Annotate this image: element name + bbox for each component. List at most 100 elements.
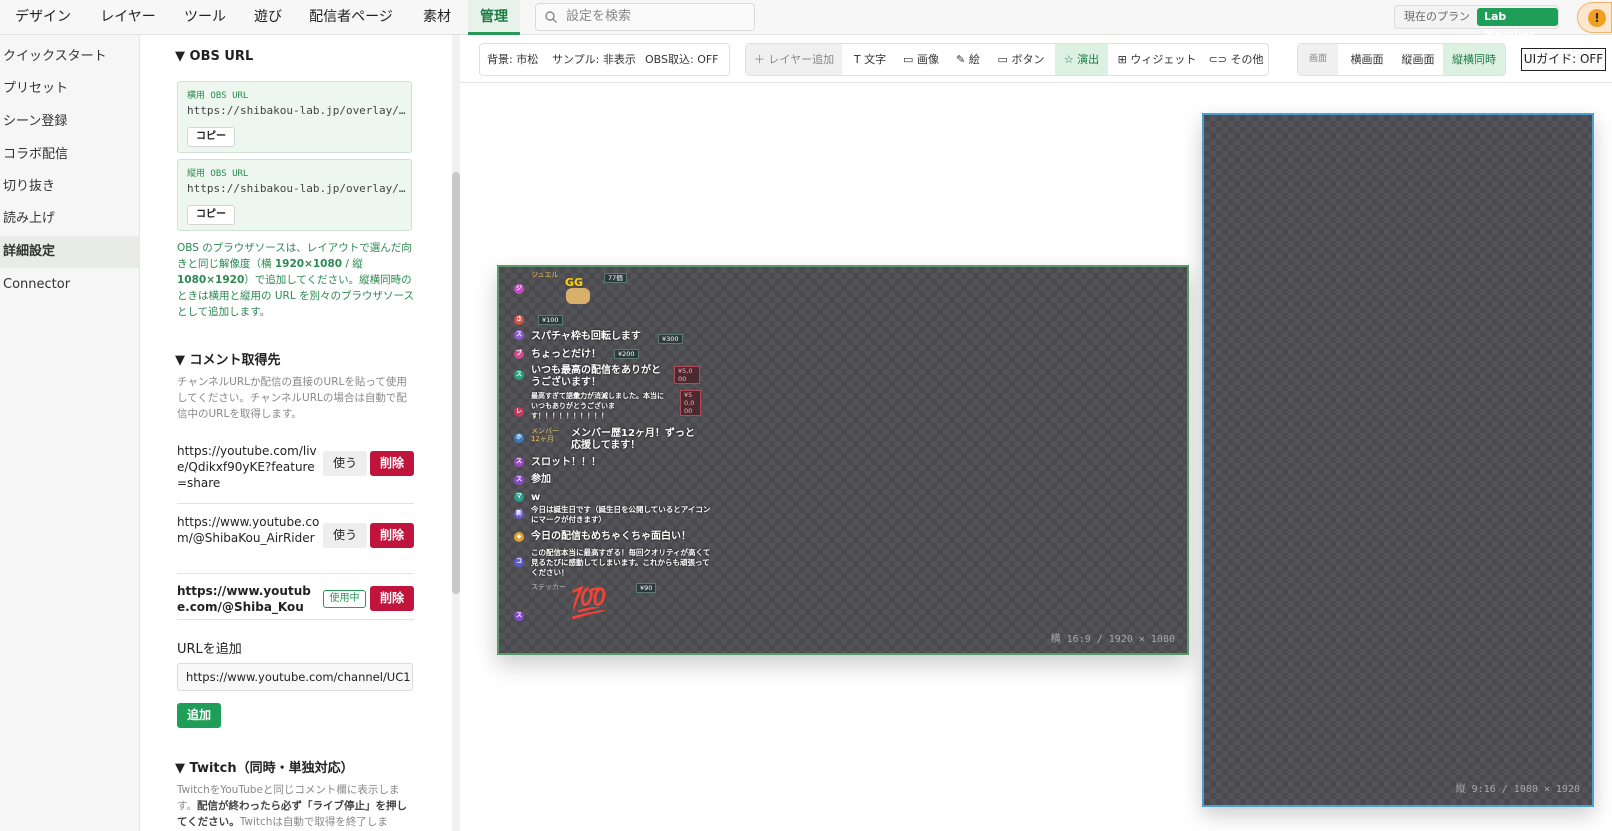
editor-toolbar: 背景: 市松 サンプル: 非表示 OBS取込: OFF ＋ レイヤー追加 T 文… (460, 35, 1612, 83)
superchat-chip: ¥100 (538, 315, 563, 325)
sidebar-item-preset[interactable]: プリセット (0, 73, 140, 105)
delete-url-button[interactable]: 削除 (370, 523, 414, 548)
view-mode-group: 画面 横画面 縦画面 縦横同時 (1297, 43, 1506, 76)
sidebar-item-scene[interactable]: シーン登録 (0, 106, 140, 138)
sidebar-item-clip[interactable]: 切り抜き (0, 171, 140, 203)
url-text: https://www.youtube.com/@ShibaKou_AirRid… (177, 515, 320, 545)
avatar: ホ (514, 433, 524, 443)
vertical-preview-frame[interactable]: 縦 9:16 / 1080 × 1920 (1202, 113, 1594, 807)
settings-scrollbar-thumb[interactable] (452, 172, 460, 594)
view-horizontal-button[interactable]: 横画面 (1347, 44, 1387, 75)
add-layer-button[interactable]: ＋ レイヤー追加 (746, 44, 842, 75)
widget-icon: ⊞ (1117, 53, 1127, 66)
comment-text: スパチャ枠も回転します (531, 331, 641, 342)
superchat-chip: ¥90 (636, 583, 657, 593)
twitch-description: TwitchをYouTubeと同じコメント欄に表示します。配信が終わったら必ず「… (177, 784, 407, 828)
avatar: レ (514, 407, 524, 417)
tool-draw[interactable]: ✎ 絵 (952, 44, 984, 75)
use-url-button[interactable]: 使う (323, 523, 367, 548)
status-group: 背景: 市松 サンプル: 非表示 OBS取込: OFF (479, 43, 730, 76)
horizontal-frame-label: 横 16:9 / 1920 × 1080 (1050, 634, 1175, 645)
vertical-obs-url: https://shibakou-lab.jp/overlay/… (187, 182, 406, 195)
sidebar-item-quickstart[interactable]: クイックスタート (0, 41, 140, 73)
url-list-item: https://youtube.com/live/Qdikxf90yKE?fea… (177, 440, 414, 504)
comment-source-heading[interactable]: ▼ コメント取得先 (175, 349, 281, 368)
sample-status[interactable]: サンプル: 非表示 (552, 44, 636, 75)
tool-image[interactable]: ▭ 画像 (899, 44, 943, 75)
tab-layer[interactable]: レイヤー (86, 0, 170, 35)
tab-streamer-page[interactable]: 配信者ページ (296, 0, 406, 35)
link-icon: ⊂⊃ (1208, 53, 1227, 66)
sidebar-item-advanced[interactable]: 詳細設定 (0, 236, 140, 268)
superchat-chip: ¥300 (658, 334, 683, 344)
horizontal-obs-url-label: 横用 OBS URL (187, 91, 249, 101)
add-layer-label: レイヤー追加 (768, 53, 835, 66)
vertical-frame-label: 縦 9:16 / 1080 × 1920 (1455, 784, 1580, 795)
url-list-item-active: https://www.youtube.com/@Shiba_Kou 使用中 削… (177, 581, 414, 620)
tab-tools[interactable]: ツール (170, 0, 240, 35)
obs-url-heading[interactable]: ▼ OBS URL (175, 49, 253, 64)
tab-admin[interactable]: 管理 (468, 0, 520, 35)
avatar: ブ (514, 349, 524, 359)
avatar: ジ (514, 284, 524, 294)
obs-status[interactable]: OBS取込: OFF (645, 44, 719, 75)
comment-text: 今日は誕生日です（誕生日を公開しているとアイコンにマークが付きます） (531, 505, 711, 524)
avatar: ス (514, 457, 524, 467)
comment-text: スロット！！！ (531, 457, 601, 468)
background-status[interactable]: 背景: 市松 (487, 44, 538, 75)
member-label: メンバー (531, 427, 559, 435)
tool-button[interactable]: ▭ ボタン (993, 44, 1049, 75)
add-url-input[interactable]: https://www.youtube.com/channel/UC1 (177, 663, 413, 691)
tool-widget[interactable]: ⊞ ウィジェット (1114, 44, 1200, 75)
superchat-chip: ¥5,000 (674, 366, 700, 384)
image-icon: ▭ (903, 53, 914, 66)
avatar: ス (514, 611, 524, 621)
add-url-heading: URLを追加 (177, 642, 242, 657)
comment-source-description: チャンネルURLか配信の直接のURLを貼って使用してください。チャンネルURLの… (177, 376, 407, 420)
member-duration: 12ヶ月 (531, 435, 554, 443)
avatar: 新 (514, 509, 524, 519)
sidebar-item-collab[interactable]: コラボ配信 (0, 139, 140, 171)
avatar: マ (514, 492, 524, 502)
delete-url-button[interactable]: 削除 (370, 451, 414, 476)
delete-url-button[interactable]: 削除 (370, 586, 414, 611)
plan-label: 現在のプラン (1404, 10, 1470, 23)
obs-url-description: OBS のブラウザソースは、レイアウトで選んだ向きと同じ解像度（横 1920×1… (177, 242, 414, 318)
comment-text: この配信本当に最高すぎる！毎回クオリティが高くて見るたびに感動してしまいます。こ… (531, 548, 711, 577)
copy-horizontal-url-button[interactable]: コピー (187, 127, 235, 147)
copy-vertical-url-button[interactable]: コピー (187, 205, 235, 225)
tab-design[interactable]: デザイン (0, 0, 86, 35)
vertical-obs-url-label: 縦用 OBS URL (187, 169, 249, 179)
star-icon: ☆ (1063, 53, 1074, 66)
ui-guide-toggle[interactable]: UIガイド: OFF (1521, 48, 1606, 71)
hundred-sticker-icon: 💯 (570, 586, 608, 621)
settings-search-input[interactable]: 設定を検索 (535, 3, 755, 31)
tool-other[interactable]: ⊂⊃ その他 (1206, 44, 1266, 75)
alert-button[interactable]: ! (1577, 2, 1612, 33)
add-url-button[interactable]: 追加 (177, 703, 221, 728)
horizontal-obs-url: https://shibakou-lab.jp/overlay/… (187, 104, 406, 117)
comment-source-heading-text: コメント取得先 (189, 353, 281, 368)
pen-icon: ✎ (956, 53, 966, 66)
search-placeholder: 設定を検索 (566, 9, 632, 24)
comment-author: ステッカー (531, 583, 566, 591)
tool-effect[interactable]: ☆ 演出 (1055, 44, 1108, 75)
avatar: さ (514, 315, 524, 325)
in-use-badge: 使用中 (323, 590, 366, 608)
use-url-button[interactable]: 使う (323, 451, 367, 476)
tool-text[interactable]: T 文字 (850, 44, 890, 75)
sidebar-item-connector[interactable]: Connector (0, 269, 140, 301)
view-label: 画面 (1298, 44, 1338, 75)
sidebar-item-tts[interactable]: 読み上げ (0, 203, 140, 235)
superchat-chip: ¥200 (614, 349, 639, 359)
tab-materials[interactable]: 素材 (406, 0, 468, 35)
comment-author: ジュエル (531, 271, 559, 279)
view-vertical-button[interactable]: 縦画面 (1398, 44, 1438, 75)
twitch-heading[interactable]: ▼ Twitch（同時・単独対応） (175, 757, 354, 776)
comment-text: 今日の配信もめちゃくちゃ面白い！ (531, 531, 691, 542)
text-icon: T (853, 53, 861, 66)
comment-text: w (531, 492, 541, 503)
view-both-button[interactable]: 縦横同時 (1443, 44, 1505, 75)
comment-text: 最高すぎて語彙力が消滅しました。本当にいつもありがとうございます！！！！！！！！… (531, 392, 664, 420)
tab-play[interactable]: 遊び (240, 0, 296, 35)
